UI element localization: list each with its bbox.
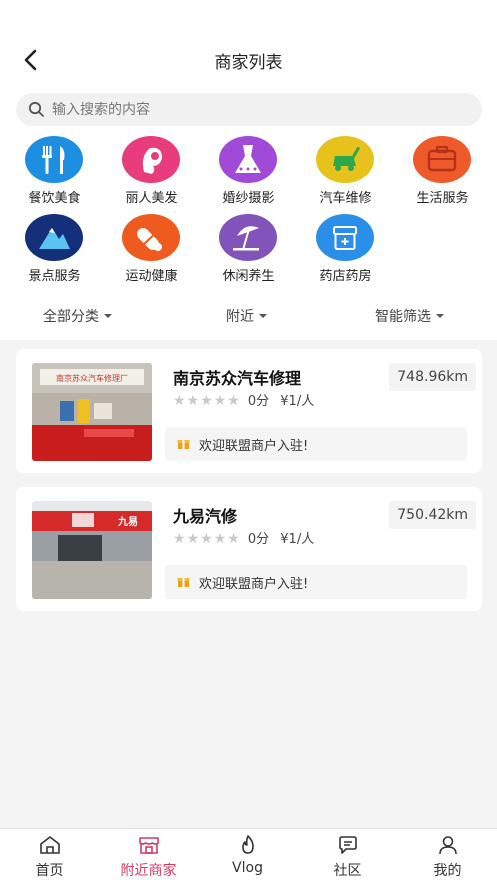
search-bar[interactable]	[16, 93, 482, 126]
star-icon: ★	[200, 530, 213, 547]
category-label: 休闲养生	[222, 269, 275, 284]
merchant-photo: 南京苏众汽车修理厂	[32, 363, 152, 461]
star-icon: ★	[213, 530, 227, 547]
promo-banner: 欢迎联盟商户入驻!	[165, 427, 467, 461]
bottom-tab-bar: 首页 附近商家 Vlog 社区 我的	[0, 828, 497, 883]
category-label: 餐饮美食	[28, 191, 81, 206]
star-rating: ★★★★★	[173, 390, 241, 410]
tab-label: 我的	[433, 863, 462, 879]
category-car-repair[interactable]: 汽车维修	[297, 134, 394, 206]
car-repair-icon	[316, 136, 374, 183]
star-icon: ★	[227, 392, 240, 409]
rating-score: 0分	[247, 532, 270, 547]
distance-badge: 748.96km	[389, 363, 476, 391]
chat-bubble-icon	[339, 836, 357, 854]
category-label: 运动健康	[125, 269, 178, 284]
star-rating: ★★★★★	[173, 528, 241, 548]
filter-label: 附近	[226, 309, 254, 325]
filter-distance-dropdown[interactable]: 附近	[226, 306, 267, 326]
category-label: 婚纱摄影	[222, 191, 275, 206]
star-icon: ★	[173, 392, 186, 409]
home-icon	[40, 836, 60, 854]
category-beauty[interactable]: 丽人美发	[103, 134, 200, 206]
filter-category-dropdown[interactable]: 全部分类	[43, 306, 112, 326]
filter-label: 全部分类	[43, 309, 99, 325]
rating-row: ★★★★★ 0分 ¥1/人	[173, 389, 315, 410]
filter-bar: 全部分类 附近 智能筛选	[0, 300, 497, 332]
mountain-icon	[25, 214, 83, 261]
gift-icon	[177, 440, 190, 449]
tab-vlog[interactable]: Vlog	[198, 829, 297, 883]
tab-profile[interactable]: 我的	[398, 829, 497, 883]
tab-nearby[interactable]: 附近商家	[99, 829, 198, 883]
category-label: 景点服务	[28, 269, 81, 284]
category-life-service[interactable]: 生活服务	[394, 134, 491, 206]
wedding-dress-icon	[219, 136, 277, 183]
merchant-card[interactable]: 九易 九易汽修 750.42km ★★★★★ 0分 ¥1/人 欢迎联盟商户入驻!	[16, 487, 482, 611]
merchant-card[interactable]: 南京苏众汽车修理厂 南京苏众汽车修理 748.96km ★★★★★ 0分 ¥1/…	[16, 349, 482, 473]
caret-down-icon	[436, 313, 444, 318]
tab-label: Vlog	[232, 860, 263, 876]
life-service-icon	[413, 136, 471, 183]
tab-label: 首页	[35, 863, 64, 879]
filter-smart-dropdown[interactable]: 智能筛选	[375, 306, 444, 326]
leisure-umbrella-icon	[219, 214, 277, 261]
merchant-photo: 九易	[32, 501, 152, 599]
tab-label: 附近商家	[120, 863, 177, 879]
caret-down-icon	[104, 313, 112, 318]
price-per-person: ¥1/人	[280, 394, 315, 409]
page-title: 商家列表	[214, 53, 283, 73]
search-input[interactable]	[52, 93, 472, 126]
star-icon: ★	[200, 392, 213, 409]
category-label: 汽车维修	[319, 191, 372, 206]
medicine-box-icon	[316, 214, 374, 261]
distance-badge: 750.42km	[389, 501, 476, 529]
promo-banner: 欢迎联盟商户入驻!	[165, 565, 467, 599]
store-icon	[139, 837, 159, 854]
category-label: 生活服务	[416, 191, 469, 206]
category-wedding[interactable]: 婚纱摄影	[200, 134, 297, 206]
flame-icon	[242, 835, 254, 854]
category-label: 药店药房	[319, 269, 372, 284]
price-per-person: ¥1/人	[280, 532, 315, 547]
category-scenic[interactable]: 景点服务	[6, 212, 103, 284]
merchant-name: 南京苏众汽车修理	[173, 369, 302, 388]
star-icon: ★	[186, 392, 200, 409]
category-dining[interactable]: 餐饮美食	[6, 134, 103, 206]
category-grid: 餐饮美食 丽人美发 婚纱摄影 汽车维修 生活服务 景点服务 运动健康 休闲养生 …	[0, 134, 497, 284]
gift-icon	[177, 578, 190, 587]
star-icon: ★	[173, 530, 186, 547]
rating-row: ★★★★★ 0分 ¥1/人	[173, 527, 315, 548]
photo-sign-text: 九易	[117, 515, 138, 528]
search-icon	[28, 101, 44, 117]
merchant-name: 九易汽修	[173, 507, 238, 526]
nav-bar: 商家列表	[0, 38, 497, 82]
tab-home[interactable]: 首页	[0, 829, 99, 883]
photo-sign-text: 南京苏众汽车修理厂	[56, 373, 128, 383]
cutlery-icon	[25, 136, 83, 183]
category-label: 丽人美发	[125, 191, 178, 206]
star-icon: ★	[213, 392, 227, 409]
rating-score: 0分	[247, 394, 270, 409]
star-icon: ★	[227, 530, 240, 547]
filter-label: 智能筛选	[375, 309, 431, 325]
hair-beauty-icon	[122, 136, 180, 183]
star-icon: ★	[186, 530, 200, 547]
top-panel: 商家列表 餐饮美食 丽人美发	[0, 0, 497, 340]
category-leisure[interactable]: 休闲养生	[200, 212, 297, 284]
caret-down-icon	[259, 313, 267, 318]
sport-health-icon	[122, 214, 180, 261]
tab-community[interactable]: 社区	[298, 829, 397, 883]
tab-label: 社区	[333, 863, 362, 879]
promo-text: 欢迎联盟商户入驻!	[199, 439, 309, 454]
promo-text: 欢迎联盟商户入驻!	[199, 577, 309, 592]
user-icon	[439, 836, 457, 855]
category-pharmacy[interactable]: 药店药房	[297, 212, 394, 284]
category-sport[interactable]: 运动健康	[103, 212, 200, 284]
